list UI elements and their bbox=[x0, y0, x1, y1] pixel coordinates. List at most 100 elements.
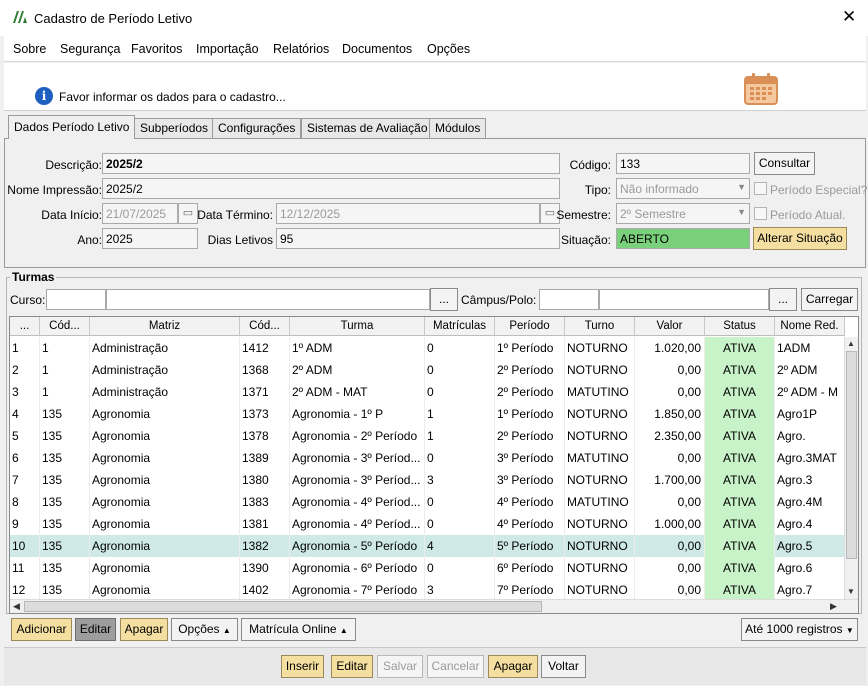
column-header[interactable]: Matriz bbox=[90, 317, 240, 336]
table-cell: 1389 bbox=[240, 447, 290, 469]
column-header[interactable]: ... bbox=[10, 317, 40, 336]
table-row[interactable]: 3 1 Administração 1371 2º ADM - MAT 0 2º Perío… bbox=[10, 381, 845, 403]
matricula-online-dropdown[interactable]: Matrícula Online ▲ bbox=[241, 618, 356, 641]
horizontal-scrollbar[interactable]: ◀ ▶ bbox=[10, 599, 858, 613]
column-header[interactable]: Nome Red. bbox=[775, 317, 845, 336]
consultar-button[interactable]: Consultar bbox=[754, 152, 815, 175]
nome-impressao-field[interactable]: 2025/2 bbox=[102, 178, 560, 199]
column-header[interactable]: Turno bbox=[565, 317, 635, 336]
table-row[interactable]: 6 135 Agronomia 1389 Agronomia - 3º Períod..… bbox=[10, 447, 845, 469]
cancelar-button[interactable]: Cancelar bbox=[427, 655, 484, 678]
table-cell: Agro1P bbox=[775, 403, 845, 425]
codigo-field[interactable]: 133 bbox=[616, 153, 750, 174]
scroll-right-icon[interactable]: ▶ bbox=[830, 601, 837, 612]
turmas-grid[interactable]: ... Cód... Matriz Cód... Turma Matrículas Perí… bbox=[9, 316, 859, 614]
dias-letivos-field[interactable]: 95 bbox=[276, 228, 560, 249]
table-cell: 12 bbox=[10, 579, 40, 601]
tipo-select[interactable]: Não informado ▼ bbox=[616, 178, 750, 199]
scroll-left-icon[interactable]: ◀ bbox=[13, 601, 20, 612]
table-row[interactable]: 1 1 Administração 1412 1º ADM 0 1º Período NOTU… bbox=[10, 337, 845, 359]
table-cell: 1378 bbox=[240, 425, 290, 447]
scroll-down-icon[interactable]: ▼ bbox=[847, 587, 855, 596]
table-cell: NOTURNO bbox=[565, 557, 635, 579]
salvar-button[interactable]: Salvar bbox=[377, 655, 423, 678]
close-icon[interactable]: ✕ bbox=[842, 8, 856, 26]
alterar-situacao-button[interactable]: Alterar Situação bbox=[753, 227, 847, 250]
horizontal-scroll-thumb[interactable] bbox=[24, 601, 542, 612]
table-cell: 0 bbox=[425, 381, 495, 403]
table-row[interactable]: 7 135 Agronomia 1380 Agronomia - 3º Períod..… bbox=[10, 469, 845, 491]
carregar-button[interactable]: Carregar bbox=[801, 288, 858, 311]
table-row[interactable]: 2 1 Administração 1368 2º ADM 0 2º Período NOTU… bbox=[10, 359, 845, 381]
curso-name-input[interactable] bbox=[106, 289, 430, 310]
column-header[interactable]: Matrículas bbox=[425, 317, 495, 336]
periodo-especial-checkbox[interactable] bbox=[754, 182, 767, 195]
data-inicio-field[interactable]: 21/07/2025 bbox=[102, 203, 178, 224]
table-row[interactable]: 5 135 Agronomia 1378 Agronomia - 2º Período 1… bbox=[10, 425, 845, 447]
menu-opcoes[interactable]: Opções bbox=[427, 42, 470, 56]
tab-subperiodos[interactable]: Subperíodos bbox=[134, 118, 215, 138]
menu-documentos[interactable]: Documentos bbox=[342, 42, 412, 56]
table-cell: Agronomia bbox=[90, 579, 240, 601]
column-header[interactable]: Turma bbox=[290, 317, 425, 336]
menu-favoritos[interactable]: Favoritos bbox=[131, 42, 182, 56]
table-row[interactable]: 12 135 Agronomia 1402 Agronomia - 7º Período… bbox=[10, 579, 845, 601]
menu-seguranca[interactable]: Segurança bbox=[60, 42, 120, 56]
limite-registros-select[interactable]: Até 1000 registros ▼ bbox=[741, 618, 858, 641]
vertical-scroll-thumb[interactable] bbox=[846, 351, 857, 559]
limite-registros-label: Até 1000 registros bbox=[745, 622, 843, 636]
column-header[interactable]: Status bbox=[705, 317, 775, 336]
table-cell: Agronomia bbox=[90, 535, 240, 557]
column-header[interactable]: Cód... bbox=[40, 317, 90, 336]
menu-importacao[interactable]: Importação bbox=[196, 42, 259, 56]
column-header[interactable]: Cód... bbox=[240, 317, 290, 336]
table-cell: Agronomia bbox=[90, 491, 240, 513]
menu-relatorios[interactable]: Relatórios bbox=[273, 42, 329, 56]
status-badge: ATIVA bbox=[705, 513, 775, 535]
table-cell: Administração bbox=[90, 381, 240, 403]
table-row[interactable]: 9 135 Agronomia 1381 Agronomia - 4º Períod..… bbox=[10, 513, 845, 535]
vertical-scrollbar[interactable]: ▲ ▼ bbox=[844, 337, 858, 599]
table-cell: 1º ADM bbox=[290, 337, 425, 359]
table-cell: Agronomia - 6º Período bbox=[290, 557, 425, 579]
tab-sistemas-avaliacao[interactable]: Sistemas de Avaliação bbox=[301, 118, 434, 138]
editar-grid-button[interactable]: Editar bbox=[75, 618, 116, 641]
tab-configuracoes[interactable]: Configurações bbox=[212, 118, 302, 138]
table-cell: 3 bbox=[425, 469, 495, 491]
ano-field[interactable]: 2025 bbox=[102, 228, 198, 249]
apagar-button[interactable]: Apagar bbox=[488, 655, 538, 678]
column-header[interactable]: Valor bbox=[635, 317, 705, 336]
table-cell: Agro.6 bbox=[775, 557, 845, 579]
table-cell: Agro.3 bbox=[775, 469, 845, 491]
data-termino-field[interactable]: 12/12/2025 bbox=[276, 203, 540, 224]
tab-modulos[interactable]: Módulos bbox=[429, 118, 487, 138]
title-bar: Cadastro de Período Letivo ✕ bbox=[0, 0, 868, 36]
table-row[interactable]: 8 135 Agronomia 1383 Agronomia - 4º Períod..… bbox=[10, 491, 845, 513]
table-row[interactable]: 10 135 Agronomia 1382 Agronomia - 5º Período… bbox=[10, 535, 845, 557]
inserir-button[interactable]: Inserir bbox=[281, 655, 324, 678]
data-inicio-calendar-icon[interactable]: ▭ bbox=[178, 203, 198, 224]
opcoes-dropdown[interactable]: Opções ▲ bbox=[171, 618, 238, 641]
menu-sobre[interactable]: Sobre bbox=[13, 42, 46, 56]
table-row[interactable]: 4 135 Agronomia 1373 Agronomia - 1º P 1 1º Per… bbox=[10, 403, 845, 425]
campus-name-input[interactable] bbox=[599, 289, 769, 310]
table-cell: NOTURNO bbox=[565, 579, 635, 601]
periodo-atual-checkbox[interactable] bbox=[754, 207, 767, 220]
voltar-button[interactable]: Voltar bbox=[541, 655, 586, 678]
scroll-up-icon[interactable]: ▲ bbox=[847, 339, 855, 348]
descricao-field[interactable]: 2025/2 bbox=[102, 153, 560, 174]
table-row[interactable]: 11 135 Agronomia 1390 Agronomia - 6º Período… bbox=[10, 557, 845, 579]
editar-button[interactable]: Editar bbox=[331, 655, 373, 678]
curso-code-input[interactable] bbox=[46, 289, 106, 310]
campus-code-input[interactable] bbox=[539, 289, 599, 310]
semestre-select[interactable]: 2º Semestre ▼ bbox=[616, 203, 750, 224]
curso-search-button[interactable]: ... bbox=[430, 288, 458, 311]
apagar-grid-button[interactable]: Apagar bbox=[120, 618, 168, 641]
tab-dados-periodo-letivo[interactable]: Dados Período Letivo bbox=[8, 115, 136, 139]
table-cell: Agronomia - 5º Período bbox=[290, 535, 425, 557]
column-header[interactable]: Período bbox=[495, 317, 565, 336]
campus-search-button[interactable]: ... bbox=[769, 288, 797, 311]
table-cell: 0,00 bbox=[635, 447, 705, 469]
window-title: Cadastro de Período Letivo bbox=[34, 11, 193, 26]
adicionar-button[interactable]: Adicionar bbox=[11, 618, 72, 641]
